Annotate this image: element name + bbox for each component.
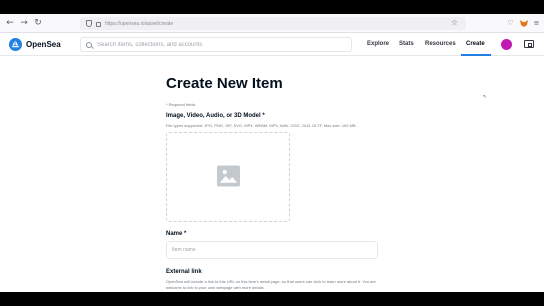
- opensea-sailboat-icon: [9, 38, 22, 51]
- browser-window: ← → ↻ https://opensea.io/asset/create ☆ …: [0, 14, 544, 292]
- screen: ← → ↻ https://opensea.io/asset/create ☆ …: [0, 0, 544, 306]
- arrow-left-icon[interactable]: ←: [3, 16, 17, 30]
- avatar[interactable]: [501, 39, 512, 50]
- site-header: OpenSea Explore Stats Resources Create: [0, 33, 544, 56]
- arrow-right-icon[interactable]: →: [17, 16, 31, 30]
- external-link-help: OpenSea will include a link to this URL …: [166, 279, 376, 290]
- required-fields-note: * Required fields: [166, 102, 196, 107]
- pocket-icon[interactable]: ♡: [506, 18, 515, 28]
- wallet-icon[interactable]: [524, 40, 534, 48]
- address-bar[interactable]: https://opensea.io/asset/create ☆: [80, 17, 466, 30]
- nav-explore[interactable]: Explore: [367, 41, 389, 47]
- page-title: Create New Item: [166, 75, 283, 92]
- nav-create[interactable]: Create: [466, 41, 485, 47]
- lock-icon[interactable]: [96, 22, 101, 27]
- name-label: Name *: [166, 231, 187, 237]
- media-label: Image, Video, Audio, or 3D Model *: [166, 113, 265, 119]
- search-bar[interactable]: [80, 37, 352, 52]
- image-icon: [217, 165, 240, 187]
- media-upload-dropzone[interactable]: [166, 132, 290, 222]
- opensea-logo[interactable]: OpenSea: [9, 38, 61, 51]
- supported-file-types: File types supported: JPG, PNG, GIF, SVG…: [166, 123, 356, 128]
- metamask-fox-icon[interactable]: [519, 18, 528, 28]
- create-item-page: Create New Item * Required fields Image,…: [0, 56, 544, 292]
- reload-icon[interactable]: ↻: [31, 16, 45, 30]
- url-text: https://opensea.io/asset/create: [105, 20, 174, 27]
- external-link-label: External link: [166, 269, 202, 275]
- brand-name: OpenSea: [26, 40, 61, 49]
- mouse-cursor: ↖: [483, 94, 488, 100]
- search-input[interactable]: [97, 41, 337, 48]
- search-icon: [86, 41, 92, 48]
- nav-stats[interactable]: Stats: [399, 41, 414, 47]
- star-icon[interactable]: ☆: [451, 18, 458, 27]
- browser-toolbar: ← → ↻ https://opensea.io/asset/create ☆ …: [0, 14, 544, 33]
- menu-icon[interactable]: ≡: [532, 18, 541, 28]
- nav-resources[interactable]: Resources: [425, 41, 456, 47]
- item-name-input[interactable]: [166, 241, 378, 259]
- shield-icon[interactable]: [86, 20, 92, 27]
